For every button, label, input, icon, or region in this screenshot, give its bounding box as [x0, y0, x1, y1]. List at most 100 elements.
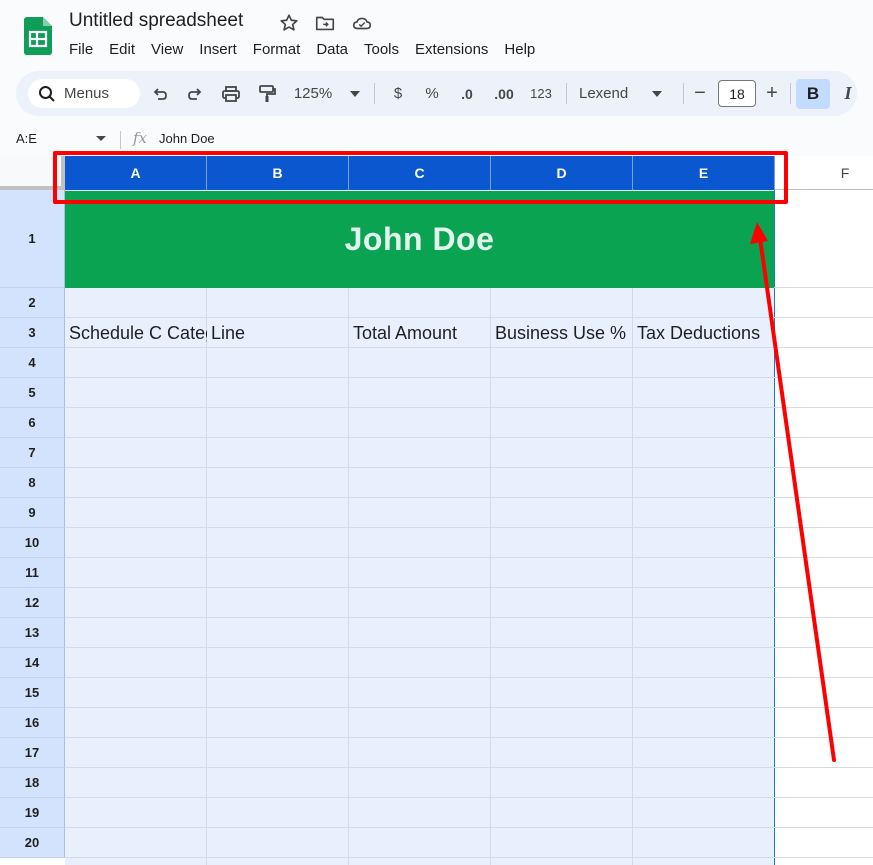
cell-e3[interactable]: Tax Deductions — [633, 318, 775, 348]
gridline — [65, 797, 873, 798]
cell-d3[interactable]: Business Use % — [491, 318, 633, 348]
menu-tools[interactable]: Tools — [356, 40, 407, 60]
gridline — [65, 467, 873, 468]
undo-button[interactable] — [150, 71, 170, 116]
row-header-7[interactable]: 7 — [0, 438, 65, 468]
paint-format-icon — [259, 84, 276, 102]
menu-extensions[interactable]: Extensions — [407, 40, 496, 60]
paint-format-button[interactable] — [256, 71, 278, 116]
format-percent-button[interactable]: % — [421, 71, 443, 116]
annotation-highlight-box — [53, 151, 788, 204]
gridline — [65, 767, 873, 768]
row-header-15[interactable]: 15 — [0, 678, 65, 708]
gridline — [65, 557, 873, 558]
menu-data[interactable]: Data — [308, 40, 356, 60]
print-icon — [222, 85, 240, 102]
row-header-19[interactable]: 19 — [0, 798, 65, 828]
gridline — [65, 407, 873, 408]
gridline — [65, 527, 873, 528]
column-header-f[interactable]: F — [775, 156, 873, 190]
name-box-dropdown-icon[interactable] — [96, 136, 106, 141]
gridline — [65, 497, 873, 498]
menu-bar: File Edit View Insert Format Data Tools … — [61, 40, 543, 60]
increase-decimal-label: .00 — [494, 85, 514, 102]
toolbar-divider — [374, 83, 375, 104]
menu-format[interactable]: Format — [245, 40, 309, 60]
row-header-20[interactable]: 20 — [0, 828, 65, 858]
search-icon — [39, 85, 55, 102]
more-formats-button[interactable]: 123 — [528, 71, 554, 116]
increase-decimal-button[interactable]: .00 — [491, 71, 517, 116]
toolbar: Menus 125% $ % .0 .00 123 Lexend − 18 + … — [16, 71, 857, 116]
decrease-font-size-button[interactable]: − — [690, 71, 710, 116]
document-title[interactable]: Untitled spreadsheet — [69, 10, 243, 32]
gridline — [65, 587, 873, 588]
menus-search[interactable]: Menus — [28, 79, 140, 108]
row-header-10[interactable]: 10 — [0, 528, 65, 558]
toolbar-divider — [566, 83, 567, 104]
row-header-4[interactable]: 4 — [0, 348, 65, 378]
italic-button[interactable]: I — [838, 71, 858, 116]
font-size-input[interactable]: 18 — [718, 80, 756, 107]
row-header-5[interactable]: 5 — [0, 378, 65, 408]
toolbar-divider — [790, 83, 791, 104]
row-header-8[interactable]: 8 — [0, 468, 65, 498]
font-name: Lexend — [579, 85, 629, 102]
cell-a3[interactable]: Schedule C Category — [65, 318, 207, 348]
cell-c3[interactable]: Total Amount — [349, 318, 491, 348]
sheets-logo-icon[interactable] — [24, 17, 52, 55]
gridline — [65, 677, 873, 678]
gridline — [65, 827, 873, 828]
zoom-select[interactable]: 125% — [292, 71, 362, 116]
toolbar-divider — [683, 83, 684, 104]
row-header-6[interactable]: 6 — [0, 408, 65, 438]
menu-file[interactable]: File — [61, 40, 101, 60]
gridline — [65, 377, 873, 378]
gridline — [65, 647, 873, 648]
menu-view[interactable]: View — [143, 40, 191, 60]
bold-button[interactable]: B — [796, 79, 830, 109]
redo-button[interactable] — [185, 71, 205, 116]
gridline — [65, 857, 873, 858]
print-button[interactable] — [220, 71, 242, 116]
fx-icon: fx — [133, 129, 148, 147]
row-header-9[interactable]: 9 — [0, 498, 65, 528]
cloud-saved-icon[interactable] — [351, 12, 373, 34]
format-currency-button[interactable]: $ — [388, 71, 408, 116]
gridline — [65, 617, 873, 618]
gridline — [65, 707, 873, 708]
zoom-value: 125% — [293, 85, 333, 102]
menu-edit[interactable]: Edit — [101, 40, 143, 60]
font-select[interactable]: Lexend — [579, 71, 669, 116]
row-header-18[interactable]: 18 — [0, 768, 65, 798]
decrease-decimal-button[interactable]: .0 — [456, 71, 478, 116]
redo-icon — [188, 87, 202, 100]
row-header-1[interactable]: 1 — [0, 190, 65, 288]
row-header-16[interactable]: 16 — [0, 708, 65, 738]
formula-input[interactable]: John Doe — [159, 131, 215, 146]
name-box[interactable]: A:E — [16, 131, 37, 146]
row-header-17[interactable]: 17 — [0, 738, 65, 768]
spreadsheet-grid[interactable]: A B C D E F 1 2 3 4 5 6 7 8 9 10 11 12 1… — [0, 156, 873, 865]
undo-icon — [153, 87, 167, 100]
star-icon[interactable] — [278, 12, 300, 34]
row-header-2[interactable]: 2 — [0, 288, 65, 318]
cell-b3[interactable]: Line — [207, 318, 349, 348]
formula-bar-divider — [120, 131, 121, 149]
menu-insert[interactable]: Insert — [191, 40, 245, 60]
row-header-13[interactable]: 13 — [0, 618, 65, 648]
row-header-3[interactable]: 3 — [0, 318, 65, 348]
chevron-down-icon — [350, 90, 361, 97]
increase-font-size-button[interactable]: + — [762, 71, 782, 116]
row-header-11[interactable]: 11 — [0, 558, 65, 588]
merged-title-cell[interactable]: John Doe — [65, 191, 774, 288]
gridline — [65, 437, 873, 438]
row-header-14[interactable]: 14 — [0, 648, 65, 678]
chevron-down-icon — [652, 90, 663, 97]
menus-search-label: Menus — [64, 85, 110, 102]
decrease-decimal-label: .0 — [461, 85, 473, 102]
move-to-folder-icon[interactable] — [314, 12, 336, 34]
row-header-12[interactable]: 12 — [0, 588, 65, 618]
gridline — [65, 737, 873, 738]
menu-help[interactable]: Help — [496, 40, 543, 60]
